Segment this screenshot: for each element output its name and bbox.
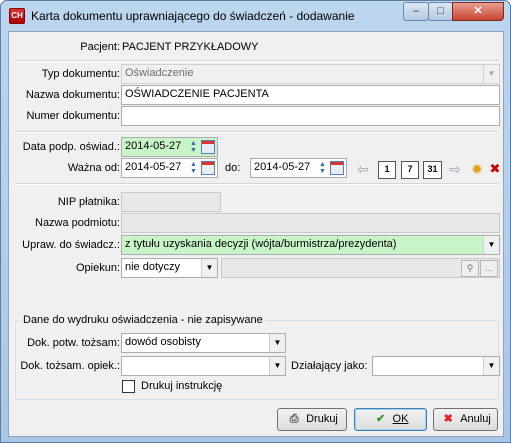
arrow-left-icon[interactable]: ⇦ — [354, 161, 372, 179]
ok-button[interactable]: ✔ OK — [354, 408, 427, 431]
acting-as-label: Działający jako: — [291, 360, 368, 372]
sun-calendar-icon[interactable]: ✹ — [468, 161, 486, 179]
title-bar[interactable]: CH Karta dokumentu uprawniającego do świ… — [1, 1, 510, 31]
chevron-down-icon: ▼ — [483, 65, 499, 83]
calendar-icon[interactable] — [201, 140, 215, 154]
plus-1-day-button[interactable]: 1 — [378, 161, 396, 179]
chevron-down-icon: ▼ — [201, 259, 217, 277]
calendar-icon[interactable] — [201, 161, 215, 175]
signed-date-value: 2014-05-27 — [125, 140, 182, 152]
guardian-id-label: Dok. tożsam. opiek.: — [20, 360, 120, 372]
separator — [15, 183, 499, 185]
clear-date-icon[interactable]: ✖ — [486, 161, 504, 179]
print-instructions-label: Drukuj instrukcję — [141, 380, 223, 392]
printer-icon: ⎙ — [289, 413, 299, 425]
valid-from-input[interactable]: 2014-05-27 ▲ ▼ — [121, 158, 218, 178]
guardian-id-select[interactable]: ▼ — [121, 356, 286, 376]
document-number-input[interactable] — [121, 106, 500, 126]
more-button[interactable]: ... — [480, 260, 498, 277]
valid-to-input[interactable]: 2014-05-27 ▲ ▼ — [250, 158, 347, 178]
spin-icon[interactable]: ▲ ▼ — [189, 140, 198, 154]
minimize-button[interactable]: – — [403, 2, 429, 21]
window-title: Karta dokumentu uprawniającego do świadc… — [31, 9, 355, 23]
document-name-label: Nazwa dokumentu: — [25, 89, 120, 101]
valid-from-label: Ważna od: — [67, 162, 120, 174]
patient-label: Pacjent: — [80, 41, 120, 53]
print-button[interactable]: ⎙ Drukuj — [277, 408, 347, 431]
arrow-right-icon[interactable]: ⇨ — [446, 161, 464, 179]
plus-7-days-button[interactable]: 7 — [401, 161, 419, 179]
app-icon: CH — [9, 8, 25, 24]
maximize-button[interactable]: □ — [428, 2, 453, 21]
valid-to-value: 2014-05-27 — [254, 161, 311, 173]
signed-date-label: Data podp. oświad.: — [22, 141, 120, 153]
guardian-label: Opiekun: — [75, 262, 120, 274]
document-type-value: Oświadczenie — [125, 67, 194, 79]
dialog-window: CH Karta dokumentu uprawniającego do świ… — [0, 0, 511, 443]
chevron-down-icon: ▼ — [269, 357, 285, 375]
nip-input[interactable] — [121, 192, 221, 212]
ok-button-label: OK — [392, 413, 409, 425]
id-document-value: dowód osobisty — [125, 336, 201, 348]
valid-to-label: do: — [225, 162, 241, 174]
separator — [15, 60, 499, 62]
nip-label: NIP płatnika: — [57, 196, 120, 208]
chevron-down-icon: ▼ — [483, 357, 499, 375]
plus-31-days-button[interactable]: 31 — [423, 161, 442, 179]
chevron-down-icon: ▼ — [269, 334, 285, 352]
spin-icon[interactable]: ▲ ▼ — [189, 161, 198, 175]
entitlement-value: z tytułu uzyskania decyzji (wójta/burmis… — [125, 238, 397, 250]
checkmark-icon: ✔ — [375, 413, 386, 425]
print-instructions-checkbox[interactable] — [122, 380, 135, 393]
entitlement-select[interactable]: z tytułu uzyskania decyzji (wójta/burmis… — [121, 235, 500, 255]
document-type-label: Typ dokumentu: — [41, 68, 120, 80]
cross-icon: ✖ — [443, 413, 453, 425]
valid-from-value: 2014-05-27 — [125, 161, 182, 173]
separator — [15, 131, 499, 133]
print-group-title: Dane do wydruku oświadczenia - nie zapis… — [21, 314, 265, 326]
id-document-label: Dok. potw. tożsam: — [27, 337, 120, 349]
document-type-select[interactable]: Oświadczenie ▼ — [121, 64, 500, 84]
dialog-body: Pacjent: PACJENT PRZYKŁADOWY Typ dokumen… — [8, 31, 504, 437]
entity-name-input[interactable] — [121, 213, 500, 233]
signed-date-input[interactable]: 2014-05-27 ▲ ▼ — [121, 137, 218, 157]
cancel-button[interactable]: ✖ Anuluj — [433, 408, 498, 431]
calendar-icon[interactable] — [330, 161, 344, 175]
patient-value: PACJENT PRZYKŁADOWY — [122, 41, 259, 53]
entitlement-label: Upraw. do świadcz.: — [22, 239, 120, 251]
guardian-select[interactable]: nie dotyczy ▼ — [121, 258, 218, 278]
entity-name-label: Nazwa podmiotu: — [35, 217, 120, 229]
guardian-detail-field: ⚲ ... — [221, 258, 500, 278]
select-person-icon[interactable]: ⚲ — [461, 260, 479, 277]
cancel-button-label: Anuluj — [460, 413, 491, 425]
print-button-label: Drukuj — [306, 413, 338, 425]
id-document-select[interactable]: dowód osobisty ▼ — [121, 333, 286, 353]
chevron-down-icon: ▼ — [483, 236, 499, 254]
document-number-label: Numer dokumentu: — [26, 110, 120, 122]
acting-as-select[interactable]: ▼ — [372, 356, 500, 376]
document-name-input[interactable]: OŚWIADCZENIE PACJENTA — [121, 85, 500, 105]
close-button[interactable]: ✕ — [452, 2, 504, 21]
button-bar: ⎙ Drukuj ✔ OK ✖ Anuluj — [9, 400, 503, 436]
spin-icon[interactable]: ▲ ▼ — [318, 161, 327, 175]
guardian-value: nie dotyczy — [125, 261, 181, 273]
